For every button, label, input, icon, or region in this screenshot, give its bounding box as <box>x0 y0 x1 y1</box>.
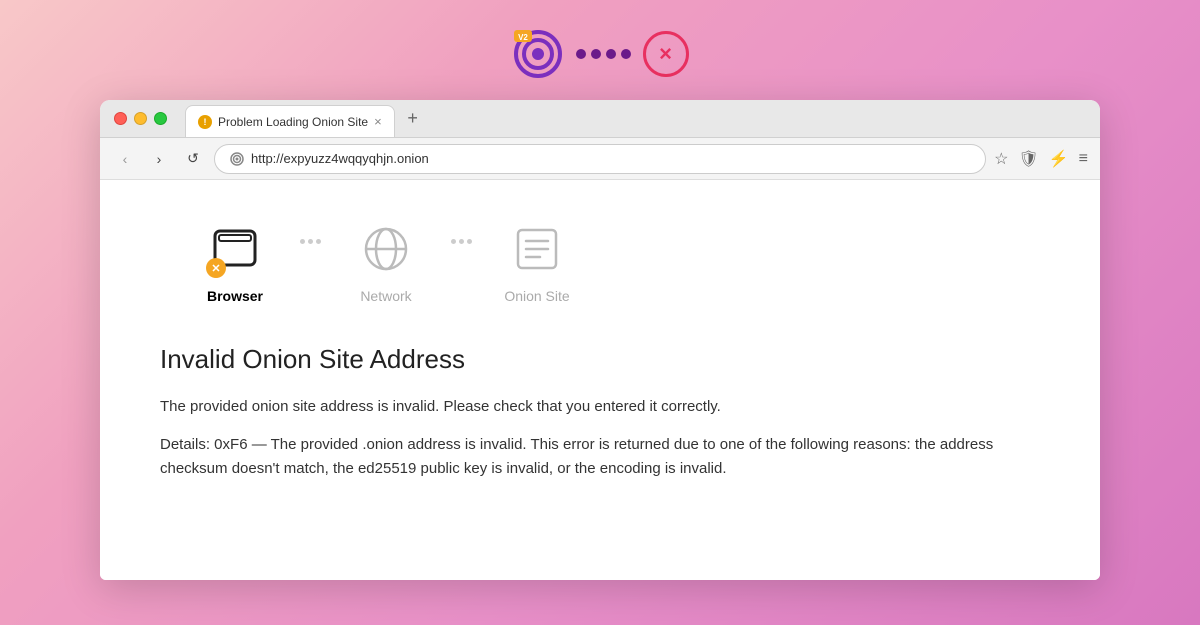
network-status-label: Network <box>360 288 411 304</box>
browser-icon-wrapper: ✕ <box>206 220 264 278</box>
browser-error-badge: ✕ <box>206 258 226 278</box>
onion-site-status-icon <box>512 224 562 274</box>
tor-header: V2 × <box>512 0 689 100</box>
onion-site-icon <box>229 151 245 167</box>
maximize-window-button[interactable] <box>154 112 167 125</box>
reload-button[interactable]: ↺ <box>180 146 206 172</box>
title-bar: ! Problem Loading Onion Site × + <box>100 100 1100 138</box>
tab-label: Problem Loading Onion Site <box>218 115 368 129</box>
minimize-window-button[interactable] <box>134 112 147 125</box>
menu-button[interactable]: ≡ <box>1079 150 1088 168</box>
network-icon-wrapper <box>357 220 415 278</box>
error-body-1: The provided onion site address is inval… <box>160 395 1040 419</box>
window-controls <box>100 100 181 137</box>
onion-site-icon-wrapper <box>508 220 566 278</box>
toolbar-right: ☆ 🛡 ⚡ ≡ <box>994 149 1088 169</box>
address-bar: ‹ › ↺ http://expyuzz4wqqyqhjn.onion ☆ 🛡 … <box>100 138 1100 180</box>
extension-button[interactable]: ⚡ <box>1049 149 1069 169</box>
tor-logo: V2 <box>512 28 564 80</box>
tab-strip: ! Problem Loading Onion Site × + <box>181 100 1100 137</box>
active-tab[interactable]: ! Problem Loading Onion Site × <box>185 105 395 137</box>
back-button[interactable]: ‹ <box>112 146 138 172</box>
connection-error-icon: × <box>643 31 689 77</box>
network-status-item: Network <box>321 220 451 304</box>
tor-connection-dots <box>576 49 631 59</box>
bookmark-button[interactable]: ☆ <box>994 149 1008 169</box>
connection-status-row: ✕ Browser Network <box>160 220 1040 304</box>
browser-status-label: Browser <box>207 288 263 304</box>
page-content: ✕ Browser Network <box>100 180 1100 580</box>
onion-site-status-label: Onion Site <box>504 288 569 304</box>
shield-button[interactable]: 🛡 <box>1018 149 1038 169</box>
close-window-button[interactable] <box>114 112 127 125</box>
browser-window: ! Problem Loading Onion Site × + ‹ › ↺ <box>100 100 1100 580</box>
forward-button[interactable]: › <box>146 146 172 172</box>
tab-close-button[interactable]: × <box>374 114 382 129</box>
connector-2 <box>451 220 472 244</box>
network-icon <box>361 224 411 274</box>
onion-site-status-item: Onion Site <box>472 220 602 304</box>
browser-status-item: ✕ Browser <box>170 220 300 304</box>
new-tab-button[interactable]: + <box>399 105 427 133</box>
connector-1 <box>300 220 321 244</box>
error-body-2: Details: 0xF6 — The provided .onion addr… <box>160 433 1040 481</box>
tab-warning-icon: ! <box>198 115 212 129</box>
url-bar[interactable]: http://expyuzz4wqqyqhjn.onion <box>214 144 986 174</box>
error-title: Invalid Onion Site Address <box>160 344 1040 375</box>
svg-text:V2: V2 <box>518 33 528 42</box>
url-text: http://expyuzz4wqqyqhjn.onion <box>251 151 429 166</box>
